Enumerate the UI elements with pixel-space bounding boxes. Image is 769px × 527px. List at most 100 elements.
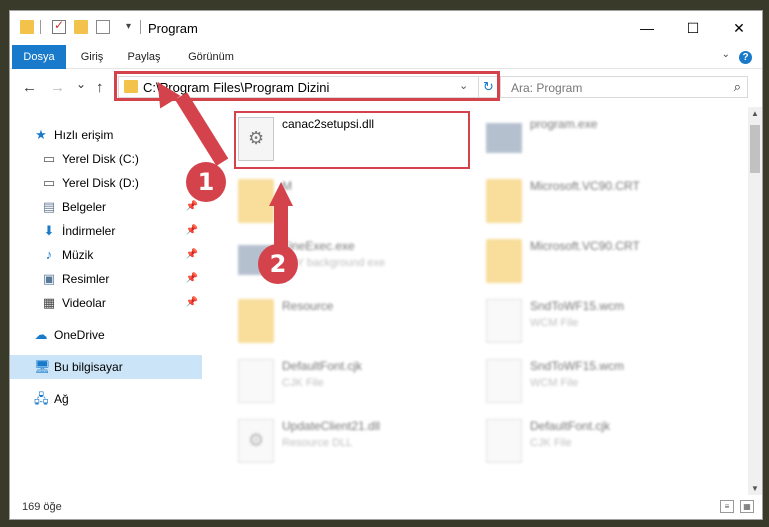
status-bar: 169 öğe ≡ ▦: [10, 495, 762, 519]
videos-icon: ▦: [42, 295, 56, 310]
search-placeholder[interactable]: Ara: Program: [511, 81, 582, 95]
new-folder-icon[interactable]: [74, 20, 88, 34]
pin-icon[interactable]: 📌: [186, 249, 198, 260]
file-name: Resource: [282, 299, 334, 313]
pin-icon[interactable]: 📌: [186, 273, 198, 284]
navigation-pane: ★ Hızlı erişim ▭ Yerel Disk (C:) ▭ Yerel…: [10, 107, 206, 495]
file-name: Microsoft.VC90.CRT: [530, 239, 640, 253]
search-box[interactable]: Ara: Program ⌕: [500, 76, 748, 98]
pin-icon[interactable]: 📌: [186, 225, 198, 236]
sidebar-item-label: Yerel Disk (D:): [62, 176, 139, 190]
sidebar-item-label: OneDrive: [54, 328, 105, 342]
tab-dosya[interactable]: Dosya: [12, 45, 66, 69]
tab-giris[interactable]: Giriş: [72, 45, 112, 69]
cloud-icon: ☁: [34, 327, 48, 342]
sidebar-item-network[interactable]: 🖧 Ağ: [10, 387, 202, 411]
document-icon: [486, 299, 522, 343]
scroll-down-icon[interactable]: ▼: [748, 484, 762, 493]
file-name: DefaultFont.cjk: [530, 419, 611, 433]
large-icons-view-icon[interactable]: ▦: [740, 500, 754, 513]
file-item[interactable]: Microsoft.VC90.CRT: [480, 235, 720, 291]
scrollbar-thumb[interactable]: [750, 125, 760, 173]
arrow-head: [269, 182, 293, 206]
file-type: Resource DLL: [282, 437, 353, 449]
back-button[interactable]: ←: [22, 79, 37, 96]
sidebar-item-label: Resimler: [62, 272, 110, 286]
drive-icon: ▭: [42, 151, 56, 166]
computer-icon: 🖥: [34, 359, 51, 374]
tab-paylas[interactable]: Paylaş: [120, 45, 168, 69]
sidebar-item-label: Müzik: [62, 248, 94, 262]
file-item[interactable]: DefaultFont.cjk CJK File: [232, 355, 472, 411]
file-name: UpdateClient21.dll: [282, 419, 381, 433]
file-list: canac2setupsi.dll program.exe M Microsof…: [206, 107, 750, 495]
file-item[interactable]: SndToWF15.wcm WCM File: [480, 355, 720, 411]
file-item[interactable]: M: [232, 175, 472, 231]
sidebar-item-music[interactable]: ♪ Müzik 📌: [10, 243, 202, 267]
file-item[interactable]: DefaultFont.cjk CJK File: [480, 415, 720, 471]
sidebar-item-label: Yerel Disk (C:): [62, 152, 139, 166]
file-item[interactable]: UpdateClient21.dll Resource DLL: [232, 415, 472, 471]
forward-button[interactable]: →: [50, 79, 65, 96]
folder-icon: [20, 20, 34, 34]
title-bar: ▾ Program — ☐ ✕: [10, 11, 762, 45]
sidebar-item-documents[interactable]: ▤ Belgeler 📌: [10, 195, 202, 219]
navigation-bar: ← → ⌄ ↑ C:\Program Files\Program Dizini …: [10, 69, 762, 107]
sidebar-item-this-pc[interactable]: 🖥 Bu bilgisayar: [10, 355, 202, 379]
sidebar-item-label: Videolar: [62, 296, 106, 310]
sidebar-item-label: Ağ: [54, 392, 69, 406]
sidebar-item-label: İndirmeler: [62, 224, 116, 238]
close-button[interactable]: ✕: [716, 11, 762, 45]
file-name: DefaultFont.cjk: [282, 359, 363, 373]
sidebar-item-downloads[interactable]: ⬇ İndirmeler 📌: [10, 219, 202, 243]
network-icon: 🖧: [34, 391, 49, 406]
minimize-button[interactable]: —: [624, 11, 670, 45]
sidebar-item-local-disk-c[interactable]: ▭ Yerel Disk (C:): [10, 147, 202, 171]
recent-locations-button[interactable]: ⌄: [76, 77, 86, 91]
scroll-up-icon[interactable]: ▲: [748, 109, 762, 118]
file-item[interactable]: Microsoft.VC90.CRT: [480, 175, 720, 231]
expand-ribbon-icon[interactable]: ⌄: [722, 49, 730, 60]
file-item[interactable]: SndToWF15.wcm WCM File: [480, 295, 720, 351]
pin-icon[interactable]: 📌: [186, 201, 198, 212]
file-item[interactable]: Resource: [232, 295, 472, 351]
ribbon-tabs: Dosya Giriş Paylaş Görünüm ⌄ ?: [10, 45, 762, 69]
refresh-icon[interactable]: ↻: [478, 77, 498, 97]
maximize-button[interactable]: ☐: [670, 11, 716, 45]
sidebar-item-quick-access[interactable]: ★ Hızlı erişim: [10, 123, 202, 147]
view-options-icon[interactable]: [96, 20, 110, 34]
sidebar-item-videos[interactable]: ▦ Videolar 📌: [10, 291, 202, 315]
file-name: SndToWF15.wcm: [530, 359, 625, 373]
exe-file-icon: [486, 123, 522, 153]
step-badge-2: 2: [258, 244, 298, 284]
sidebar-item-pictures[interactable]: ▣ Resimler 📌: [10, 267, 202, 291]
pin-icon[interactable]: 📌: [186, 297, 198, 308]
step-badge-1: 1: [186, 162, 226, 202]
details-view-icon[interactable]: ≡: [720, 500, 734, 513]
tab-gorunum[interactable]: Görünüm: [180, 45, 242, 69]
separator: [40, 20, 41, 34]
pictures-icon: ▣: [42, 271, 56, 286]
file-type: CJK File: [282, 377, 324, 389]
dll-file-icon: [238, 419, 274, 463]
file-highlight: [234, 111, 470, 169]
search-icon[interactable]: ⌕: [734, 79, 741, 95]
sidebar-item-label: Hızlı erişim: [54, 128, 114, 142]
help-icon[interactable]: ?: [739, 51, 752, 64]
music-icon: ♪: [45, 247, 53, 262]
file-name: Microsoft.VC90.CRT: [530, 179, 640, 193]
item-count: 169 öğe: [22, 501, 62, 513]
quick-access-dropdown-icon[interactable]: ▾: [126, 21, 131, 32]
file-type: WCM File: [530, 317, 579, 329]
vertical-scrollbar[interactable]: ▲ ▼: [748, 107, 762, 495]
file-name: program.exe: [530, 117, 598, 131]
drive-icon: ▭: [42, 175, 56, 190]
file-item[interactable]: program.exe: [480, 113, 720, 169]
separator: [140, 20, 141, 34]
properties-icon[interactable]: [52, 18, 66, 34]
up-button[interactable]: ↑: [96, 79, 104, 96]
window-title: Program: [148, 21, 198, 36]
sidebar-item-local-disk-d[interactable]: ▭ Yerel Disk (D:): [10, 171, 202, 195]
documents-icon: ▤: [42, 199, 56, 214]
sidebar-item-onedrive[interactable]: ☁ OneDrive: [10, 323, 202, 347]
